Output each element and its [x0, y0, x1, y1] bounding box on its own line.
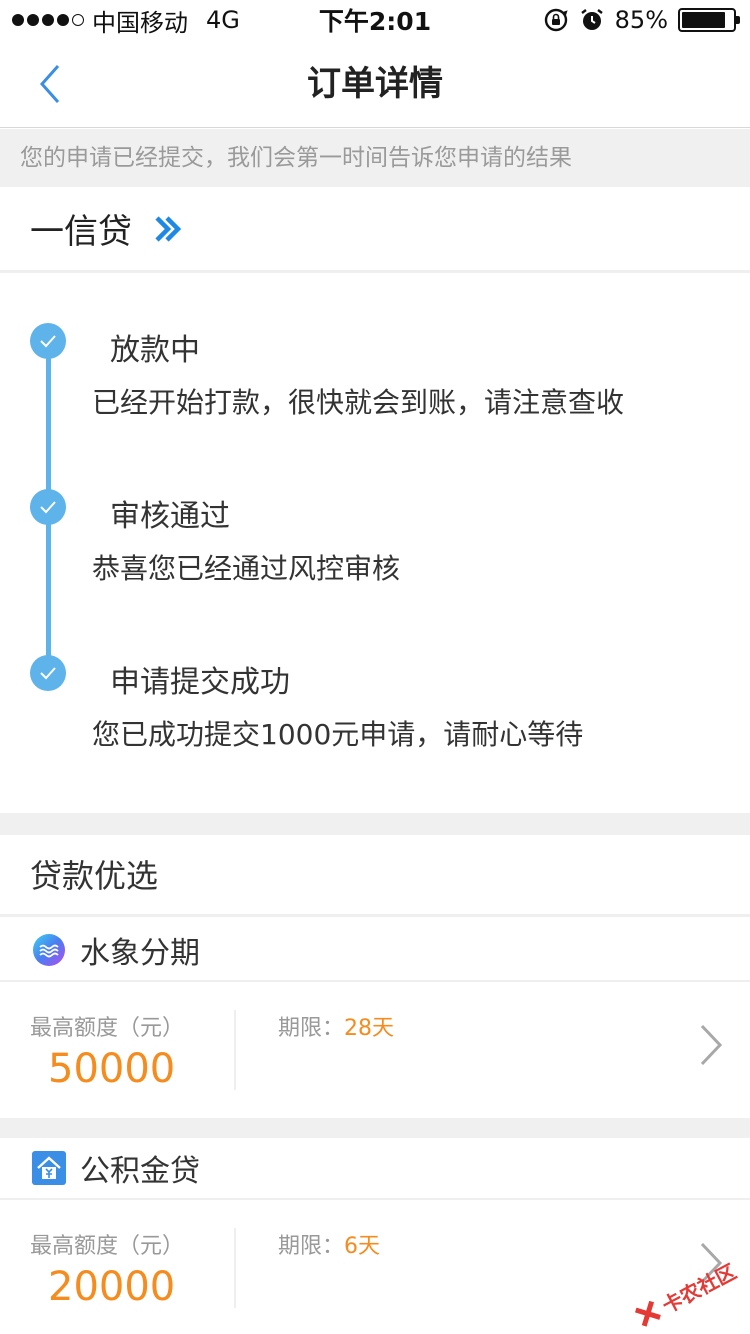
- loan-card-header[interactable]: 水象分期: [0, 920, 750, 982]
- loan-product-name: 公积金贷: [80, 1154, 200, 1189]
- timeline-step-desc: 您已成功提交1000元申请，请耐心等待: [92, 718, 584, 751]
- timeline-step: 放款中 已经开始打款，很快就会到账，请注意查收: [0, 275, 750, 419]
- card-divider: [234, 1010, 236, 1090]
- product-logo-icon: [155, 215, 182, 242]
- loan-card-header[interactable]: 公积金贷: [0, 1138, 750, 1200]
- carrier-label: 中国移动: [92, 8, 188, 37]
- check-icon: [30, 489, 66, 525]
- amount-label: 最高额度（元）: [30, 1234, 185, 1259]
- timeline-step: 审核通过 恭喜您已经通过风控审核: [0, 441, 750, 585]
- check-icon: [30, 323, 66, 359]
- timeline-step-desc: 已经开始打款，很快就会到账，请注意查收: [92, 386, 625, 419]
- status-right: 85%: [543, 6, 740, 34]
- term-value: 6天: [344, 1234, 381, 1259]
- order-timeline: 放款中 已经开始打款，很快就会到账，请注意查收 审核通过 恭喜您已经通过风控审核…: [0, 275, 750, 813]
- recommend-section-title: 贷款优选: [0, 835, 750, 917]
- timeline-step-title: 申请提交成功: [110, 665, 290, 700]
- network-label: 4G: [206, 6, 240, 34]
- loan-card-body[interactable]: 最高额度（元） 50000 期限：28天: [0, 982, 750, 1118]
- house-yuan-logo-icon: [32, 1151, 66, 1185]
- battery-icon: [678, 8, 740, 32]
- term-info: 期限：6天: [278, 1228, 380, 1260]
- chevron-right-icon[interactable]: [698, 1022, 724, 1068]
- signal-strength-icon: [12, 14, 84, 26]
- term-info: 期限：28天: [278, 1010, 394, 1042]
- term-label: 期限：: [278, 1234, 345, 1259]
- loan-product-name: 水象分期: [80, 936, 200, 971]
- status-left: 中国移动 4G: [12, 3, 240, 38]
- product-name: 一信贷: [30, 212, 132, 252]
- page-title: 订单详情: [307, 64, 443, 104]
- section-divider: [0, 1118, 750, 1138]
- check-icon: [30, 655, 66, 691]
- term-label: 期限：: [278, 1016, 345, 1041]
- max-amount: 50000: [48, 1046, 176, 1092]
- card-divider: [234, 1228, 236, 1308]
- nav-bar: 订单详情: [0, 40, 750, 128]
- amount-label: 最高额度（元）: [30, 1016, 185, 1041]
- timeline-step-desc: 恭喜您已经通过风控审核: [92, 552, 401, 585]
- submission-notice: 您的申请已经提交，我们会第一时间告诉您申请的结果: [0, 129, 750, 187]
- rotation-lock-icon: [544, 8, 568, 32]
- max-amount: 20000: [48, 1264, 176, 1310]
- timeline-step: 申请提交成功 您已成功提交1000元申请，请耐心等待: [0, 607, 750, 751]
- timeline-step-title: 放款中: [110, 333, 200, 368]
- alarm-icon: [580, 9, 603, 30]
- term-value: 28天: [344, 1016, 395, 1041]
- battery-percent: 85%: [614, 6, 668, 34]
- shuixiang-logo-icon: [33, 934, 65, 966]
- section-divider: [0, 813, 750, 835]
- timeline-step-title: 审核通过: [110, 499, 230, 534]
- product-header: 一信贷: [0, 187, 750, 273]
- status-bar: 中国移动 4G 下午2:01 85%: [0, 0, 750, 40]
